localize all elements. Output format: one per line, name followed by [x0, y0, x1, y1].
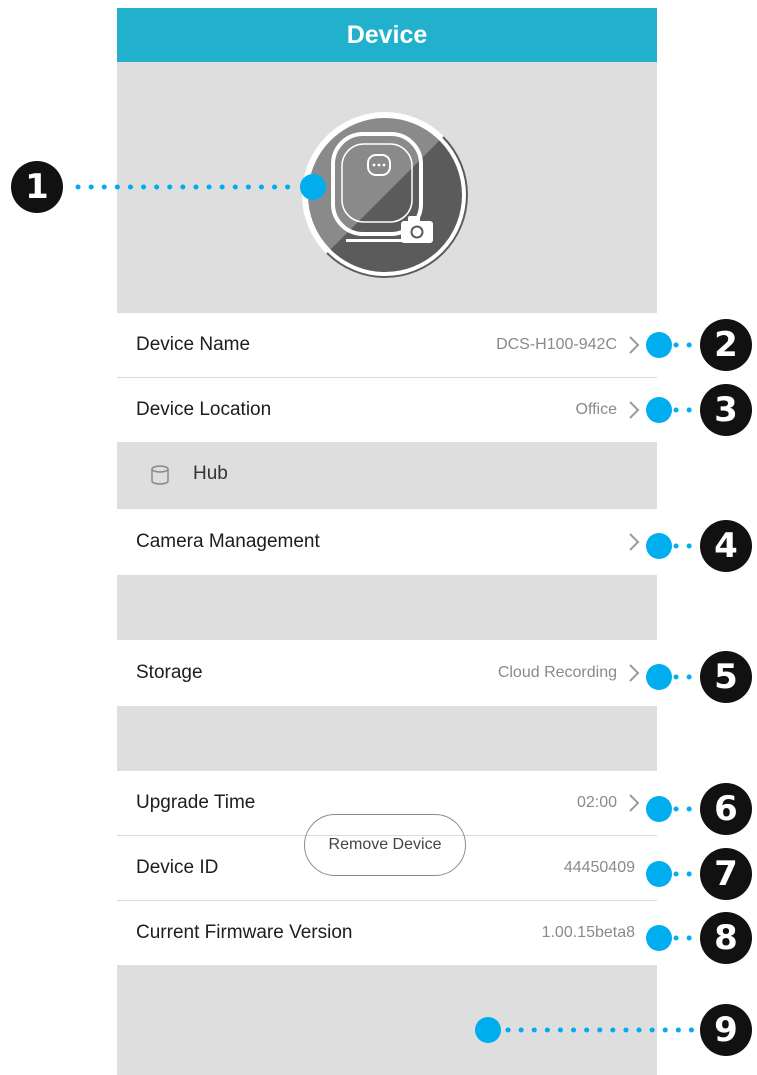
callout-dot — [646, 664, 672, 690]
callout-dot — [300, 174, 326, 200]
callout-badge-9: 9 — [700, 1004, 752, 1056]
callout-badge-3: 3 — [700, 384, 752, 436]
callout-dot — [646, 397, 672, 423]
callout-dot — [646, 533, 672, 559]
callout-dot — [646, 332, 672, 358]
callout-badge-5: 5 — [700, 651, 752, 703]
callout-dot — [646, 796, 672, 822]
callout-badge-4: 4 — [700, 520, 752, 572]
callout-badge-2: 2 — [700, 319, 752, 371]
callout-dot — [646, 861, 672, 887]
callout-badge-6: 6 — [700, 783, 752, 835]
callout-dot — [646, 925, 672, 951]
callout-badge-1: 1 — [11, 161, 63, 213]
callout-badge-8: 8 — [700, 912, 752, 964]
callout-badge-7: 7 — [700, 848, 752, 900]
callout-lines — [75, 174, 695, 1043]
callout-dot — [475, 1017, 501, 1043]
